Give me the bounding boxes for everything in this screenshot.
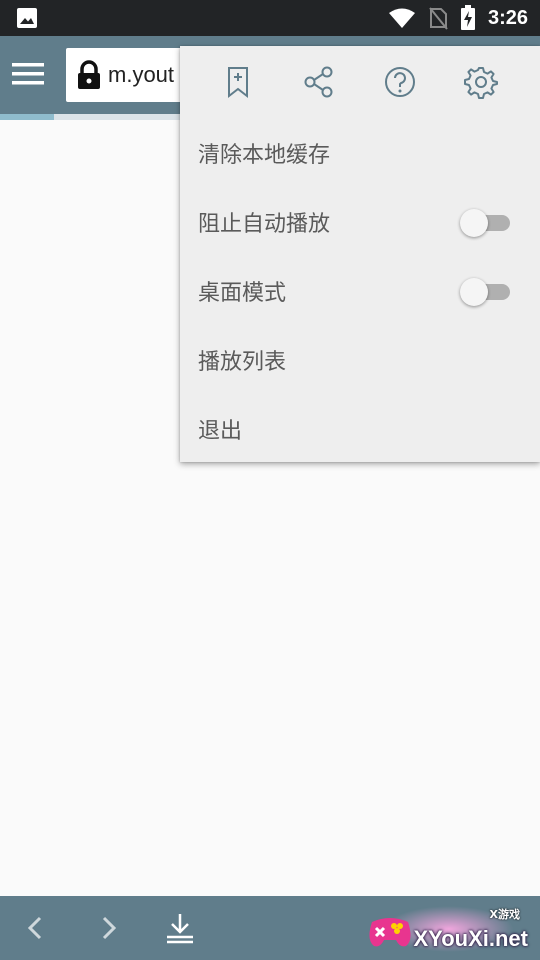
bottom-nav-bar: X游戏 XYouXi.net	[0, 896, 540, 960]
toggle-thumb	[460, 208, 488, 237]
watermark: X游戏 XYouXi.net	[364, 900, 534, 958]
watermark-text: XYouXi.net	[413, 926, 529, 951]
overflow-menu: 清除本地缓存 阻止自动播放 桌面模式 播放列表 退出	[180, 46, 540, 462]
no-sim-icon	[429, 7, 448, 30]
battery-charging-icon	[460, 5, 475, 30]
status-bar: 3:26	[0, 0, 540, 36]
bookmark-add-icon[interactable]	[220, 64, 256, 100]
menu-item-clear-cache[interactable]: 清除本地缓存	[180, 118, 540, 187]
gamepad-logo-icon	[369, 918, 411, 947]
settings-icon[interactable]	[463, 64, 499, 100]
menu-item-block-autoplay[interactable]: 阻止自动播放	[180, 187, 540, 256]
toggle-thumb	[460, 277, 488, 306]
watermark-small-text: X游戏	[489, 908, 520, 921]
desktop-mode-toggle[interactable]	[460, 277, 512, 306]
download-icon[interactable]	[162, 910, 198, 946]
menu-icon-row	[180, 46, 540, 118]
clock: 3:26	[487, 6, 528, 29]
menu-item-exit[interactable]: 退出	[180, 394, 540, 463]
block-autoplay-toggle[interactable]	[460, 208, 512, 237]
menu-item-label: 桌面模式	[198, 280, 287, 306]
menu-item-label: 退出	[198, 418, 243, 444]
menu-item-label: 清除本地缓存	[198, 142, 331, 168]
image-icon	[17, 8, 37, 28]
forward-icon[interactable]	[90, 910, 126, 946]
share-icon[interactable]	[301, 64, 337, 100]
back-icon[interactable]	[18, 910, 54, 946]
menu-item-desktop-mode[interactable]: 桌面模式	[180, 256, 540, 325]
menu-icon[interactable]	[10, 56, 46, 92]
menu-item-label: 阻止自动播放	[198, 211, 331, 237]
lock-icon	[78, 60, 100, 89]
url-text[interactable]: m.yout	[108, 62, 174, 88]
wifi-icon	[388, 8, 415, 28]
help-icon[interactable]	[382, 64, 418, 100]
menu-item-playlist[interactable]: 播放列表	[180, 325, 540, 394]
menu-item-label: 播放列表	[198, 349, 287, 375]
